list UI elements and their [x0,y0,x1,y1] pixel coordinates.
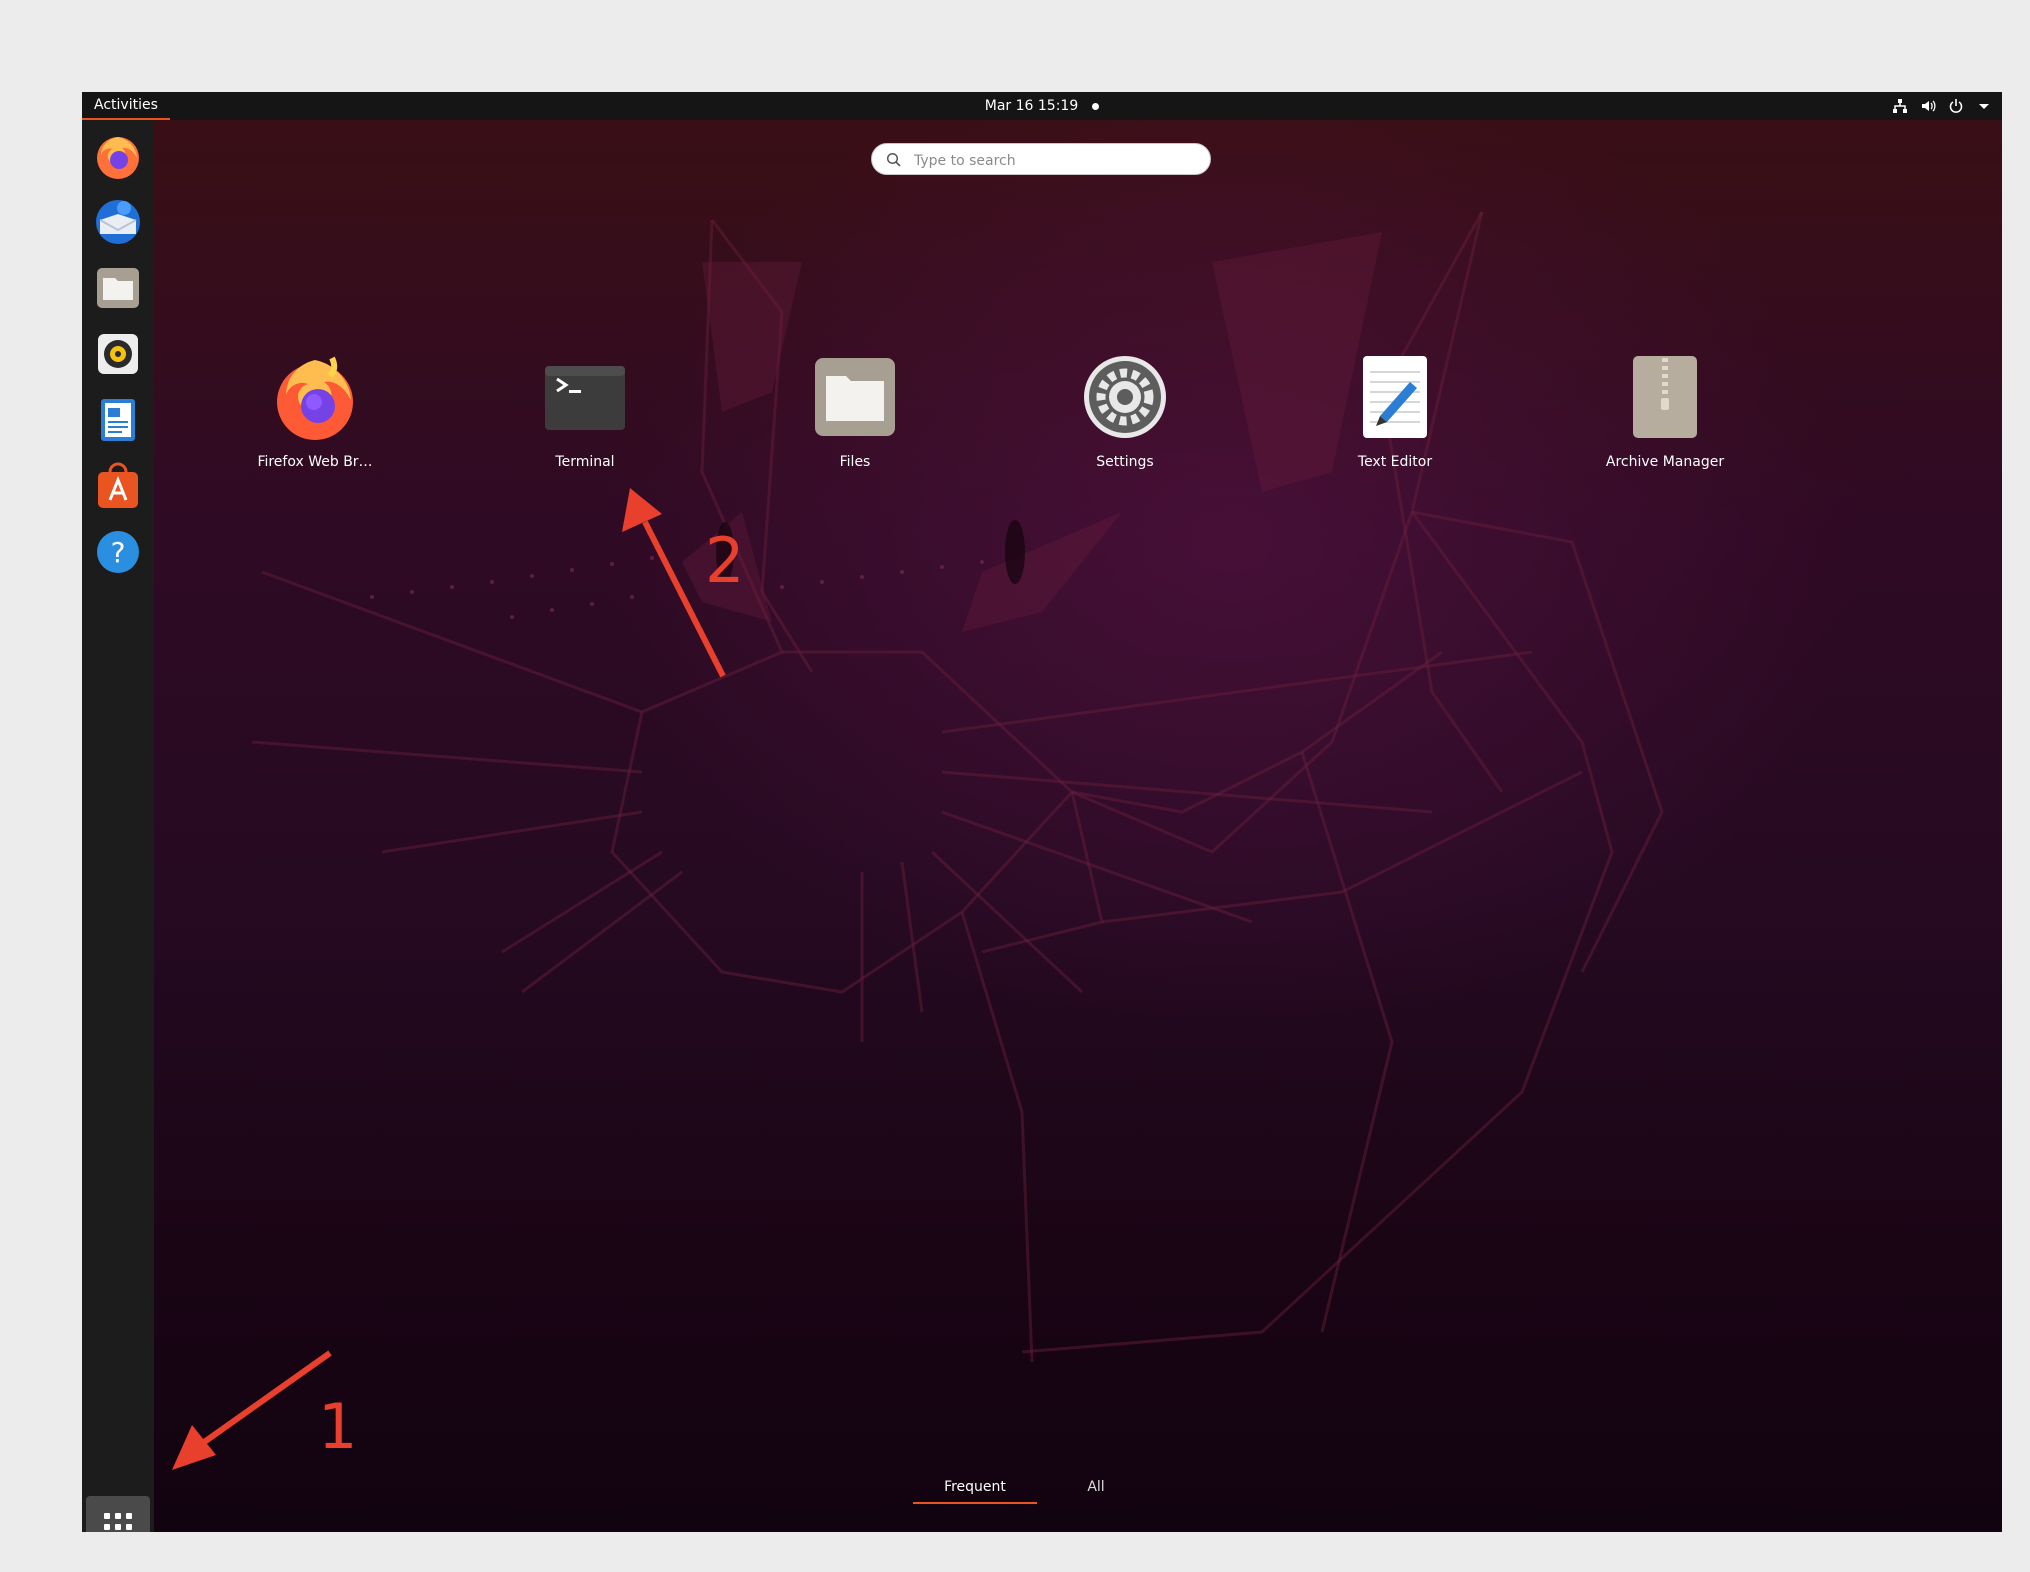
app-text-editor[interactable]: Text Editor [1305,352,1485,472]
tab-frequent[interactable]: Frequent [913,1472,1037,1504]
writer-document-icon [101,399,135,441]
notification-dot [1092,102,1100,110]
grid-icon [104,1513,132,1530]
menu-caret-icon[interactable] [1976,98,1992,114]
app-label: Text Editor [1357,454,1433,470]
terminal-icon [545,366,625,430]
dock-ubuntu-software[interactable] [92,460,144,512]
show-applications-button[interactable] [86,1496,150,1532]
folder-icon [97,268,139,308]
desktop-screen: Activities Mar 16 15:19 ? Type to search… [82,92,2002,1532]
volume-icon[interactable] [1920,98,1936,114]
folder-icon [815,358,895,436]
app-firefox[interactable]: Firefox Web Br… [225,352,405,472]
dock-firefox[interactable] [92,130,144,182]
app-label: Firefox Web Br… [257,454,373,470]
app-label: Archive Manager [1605,454,1725,470]
network-icon[interactable] [1892,98,1908,114]
tab-all[interactable]: All [1056,1472,1136,1502]
app-terminal[interactable]: Terminal [495,352,675,472]
dock-writer[interactable] [92,394,144,446]
app-settings[interactable]: Settings [1035,352,1215,472]
app-label: Terminal [555,454,615,470]
settings-gear-icon [1084,356,1166,438]
dock-help[interactable]: ? [92,526,144,578]
search-box[interactable] [871,143,1211,175]
dock-files[interactable] [92,262,144,314]
dock: ? [82,120,154,1532]
search-input[interactable] [912,149,1196,173]
app-files[interactable]: Files [765,352,945,472]
clock-datetime[interactable]: Mar 16 15:19 [82,92,2002,120]
dock-thunderbird[interactable] [92,196,144,248]
top-bar: Activities Mar 16 15:19 [82,92,2002,120]
archive-zip-icon [1633,356,1697,438]
app-label: Files [839,454,871,470]
search-icon [886,152,901,167]
svg-text:?: ? [111,536,126,569]
app-label: Settings [1096,454,1154,470]
thunderbird-icon [96,200,140,244]
clock-text[interactable]: Mar 16 15:19 [985,98,1078,114]
power-icon[interactable] [1948,98,1964,114]
wallpaper-cat-lineart [251,211,1664,1363]
text-editor-icon [1363,356,1427,438]
speaker-icon [98,334,138,374]
app-archive-manager[interactable]: Archive Manager [1575,352,1755,472]
dock-rhythmbox[interactable] [92,328,144,380]
firefox-icon [97,137,139,179]
system-tray[interactable] [1892,97,1992,115]
help-icon: ? [97,531,139,573]
firefox-icon [277,356,353,440]
software-bag-icon [98,462,138,508]
